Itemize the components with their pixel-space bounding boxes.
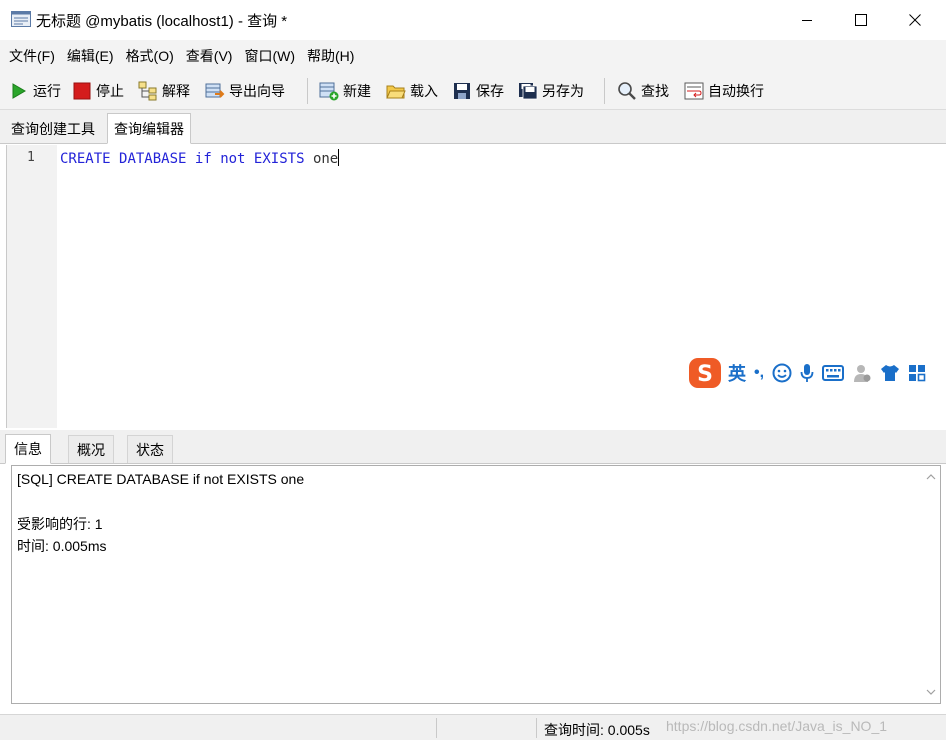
- maximize-icon: [855, 14, 867, 26]
- menu-edit[interactable]: 编辑(E): [61, 42, 120, 70]
- menu-bar: 文件(F) 编辑(E) 格式(O) 查看(V) 窗口(W) 帮助(H): [0, 40, 946, 72]
- ime-toolbar: S 英 •,: [688, 356, 946, 390]
- window-title: 无标题 @mybatis (localhost1) - 查询 *: [36, 13, 288, 30]
- new-query-icon: [319, 81, 339, 101]
- stop-button[interactable]: 停止: [72, 78, 124, 104]
- watermark-text: https://blog.csdn.net/Java_is_NO_1: [666, 718, 888, 734]
- load-button[interactable]: 载入: [386, 78, 438, 104]
- line-number-gutter: 1: [7, 145, 57, 428]
- tab-query-builder[interactable]: 查询创建工具: [5, 116, 101, 143]
- executed-sql-line: [SQL] CREATE DATABASE if not EXISTS one: [17, 471, 305, 487]
- close-icon: [909, 14, 921, 26]
- status-bar: 查询时间: 0.005s https://blog.csdn.net/Java_…: [0, 714, 946, 740]
- scroll-down-arrow-icon[interactable]: [926, 687, 936, 697]
- menu-view[interactable]: 查看(V): [180, 42, 239, 70]
- svg-text:S: S: [697, 362, 713, 387]
- menu-window[interactable]: 窗口(W): [238, 42, 301, 70]
- stop-icon: [72, 81, 92, 101]
- emoji-icon[interactable]: [772, 363, 792, 383]
- sql-keyword: CREATE: [60, 151, 111, 167]
- export-icon: [205, 81, 225, 101]
- navicat-app-icon: [11, 9, 31, 27]
- keyboard-icon[interactable]: [822, 365, 845, 381]
- minimize-button[interactable]: [784, 0, 830, 40]
- user-icon[interactable]: [852, 363, 872, 383]
- tab-profile[interactable]: 概况: [68, 435, 114, 463]
- line-number: 1: [27, 150, 35, 165]
- result-tabs: 信息 概况 状态: [0, 430, 946, 464]
- word-wrap-icon: [684, 81, 704, 101]
- open-folder-icon: [386, 81, 406, 101]
- toolbox-grid-icon[interactable]: [908, 364, 926, 382]
- status-separator: [536, 718, 537, 738]
- export-wizard-label: 导出向导: [229, 83, 285, 99]
- close-button[interactable]: [892, 0, 938, 40]
- word-wrap-label: 自动换行: [708, 83, 764, 99]
- ime-language-toggle[interactable]: 英: [728, 360, 746, 386]
- save-icon: [452, 81, 472, 101]
- toolbar: 运行 停止 解释 导出向导 新建 载入 保存 另存为 查找 自动换行: [0, 72, 946, 110]
- menu-file[interactable]: 文件(F): [3, 42, 61, 70]
- minimize-icon: [802, 20, 812, 21]
- save-as-label: 另存为: [542, 83, 584, 99]
- load-label: 载入: [410, 83, 438, 99]
- tab-status[interactable]: 状态: [127, 435, 173, 463]
- status-separator: [436, 718, 437, 738]
- execution-time-line: 时间: 0.005ms: [17, 538, 107, 554]
- explain-button[interactable]: 解释: [138, 78, 190, 104]
- affected-rows-line: 受影响的行: 1: [17, 516, 103, 532]
- find-label: 查找: [641, 83, 669, 99]
- save-button[interactable]: 保存: [452, 78, 504, 104]
- code-line[interactable]: CREATE DATABASE if not EXISTS one: [60, 149, 340, 167]
- sogou-logo-icon[interactable]: S: [688, 357, 722, 389]
- scroll-up-arrow-icon[interactable]: [926, 472, 936, 482]
- sql-identifier: one: [312, 151, 339, 167]
- save-as-button[interactable]: 另存为: [518, 78, 584, 104]
- skin-shirt-icon[interactable]: [880, 364, 900, 382]
- export-wizard-button[interactable]: 导出向导: [205, 78, 285, 104]
- title-bar: 无标题 @mybatis (localhost1) - 查询 *: [0, 0, 946, 40]
- microphone-icon[interactable]: [800, 363, 814, 383]
- sql-keyword: DATABASE: [119, 151, 187, 167]
- vertical-scrollbar[interactable]: [922, 466, 940, 703]
- run-label: 运行: [33, 83, 61, 99]
- save-label: 保存: [476, 83, 504, 99]
- sql-keyword: EXISTS: [253, 151, 305, 167]
- tab-messages[interactable]: 信息: [5, 434, 51, 464]
- new-label: 新建: [343, 83, 371, 99]
- text-caret: [338, 149, 340, 166]
- stop-label: 停止: [96, 83, 124, 99]
- message-output[interactable]: [SQL] CREATE DATABASE if not EXISTS one …: [11, 465, 941, 704]
- editor-tabs: 查询创建工具 查询编辑器: [0, 110, 946, 144]
- run-icon: [9, 81, 29, 101]
- toolbar-separator: [307, 78, 308, 104]
- toolbar-separator: [604, 78, 605, 104]
- query-time: 查询时间: 0.005s: [544, 722, 650, 738]
- sql-keyword: if: [194, 151, 212, 167]
- menu-format[interactable]: 格式(O): [120, 42, 180, 70]
- maximize-button[interactable]: [838, 0, 884, 40]
- new-button[interactable]: 新建: [319, 78, 371, 104]
- explain-icon: [138, 81, 158, 101]
- menu-help[interactable]: 帮助(H): [301, 42, 360, 70]
- run-button[interactable]: 运行: [9, 78, 61, 104]
- save-as-icon: [518, 81, 538, 101]
- explain-label: 解释: [162, 83, 190, 99]
- word-wrap-button[interactable]: 自动换行: [684, 78, 764, 104]
- sql-keyword: not: [220, 151, 246, 167]
- find-button[interactable]: 查找: [617, 78, 669, 104]
- tab-query-editor[interactable]: 查询编辑器: [107, 113, 191, 144]
- ime-punctuation-toggle[interactable]: •,: [754, 364, 764, 382]
- search-icon: [617, 81, 637, 101]
